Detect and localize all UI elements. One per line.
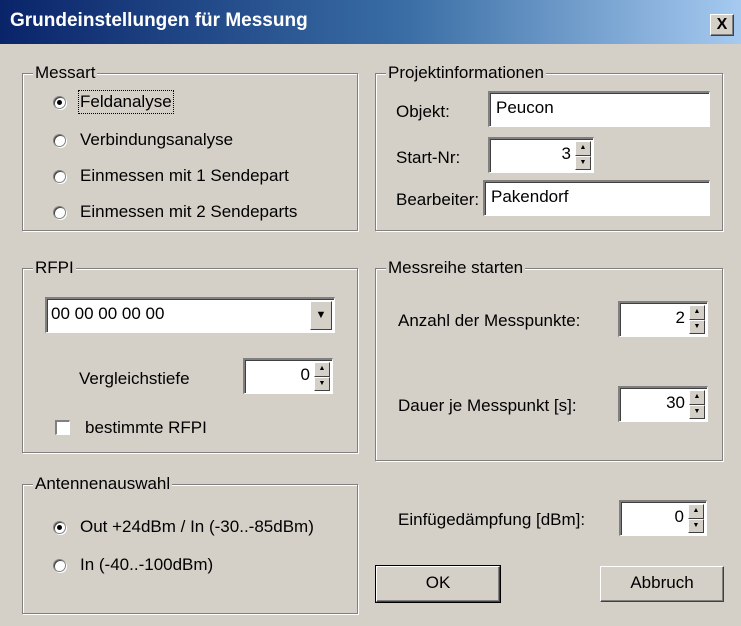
bestimmte-rfpi-label: bestimmte RFPI (85, 418, 207, 437)
vergleich-label: Vergleichstiefe (79, 369, 190, 388)
rfpi-select[interactable]: 00 00 00 00 00 ▼ (45, 297, 335, 333)
objekt-label: Objekt: (396, 102, 450, 121)
spin-up-button[interactable]: ▲ (314, 362, 330, 377)
messreihe-group-label: Messreihe starten (386, 258, 526, 278)
radio-indicator[interactable] (53, 133, 66, 147)
dauer-label: Dauer je Messpunkt [s]: (398, 396, 577, 415)
dauer-spin-buttons: ▲ ▼ (689, 390, 705, 419)
radio-label: Feldanalyse (78, 90, 174, 114)
projekt-group-label: Projektinformationen (386, 63, 546, 83)
rfpi-group: RFPI 00 00 00 00 00 ▼ Vergleichstiefe 0 … (22, 258, 358, 453)
chevron-down-icon[interactable]: ▼ (310, 301, 332, 330)
messart-group-label: Messart (33, 63, 98, 83)
einfuege-spin-buttons: ▲ ▼ (688, 504, 704, 533)
close-button[interactable]: X (710, 14, 734, 36)
anzahl-spinner[interactable]: 2 ▲ ▼ (618, 301, 708, 337)
radio-indicator[interactable] (53, 520, 66, 534)
radio-einmessen-2[interactable]: Einmessen mit 2 Sendeparts (53, 202, 297, 222)
spin-down-button[interactable]: ▼ (689, 319, 705, 334)
radio-label: Verbindungsanalyse (80, 130, 234, 149)
dauer-value: 30 (666, 393, 685, 412)
radio-indicator[interactable] (53, 95, 66, 109)
spin-up-button[interactable]: ▲ (688, 504, 704, 519)
antenne-group: Antennenauswahl Out +24dBm / In (-30..-8… (22, 474, 358, 614)
antenne-group-label: Antennenauswahl (33, 474, 173, 494)
title-bar: Grundeinstellungen für Messung X (0, 0, 741, 44)
abbruch-button[interactable]: Abbruch (600, 566, 724, 602)
radio-einmessen-1[interactable]: Einmessen mit 1 Sendepart (53, 166, 289, 186)
rfpi-select-value: 00 00 00 00 00 (51, 304, 165, 323)
radio-feldanalyse[interactable]: Feldanalyse (53, 90, 174, 114)
radio-label: Einmessen mit 1 Sendepart (80, 166, 289, 185)
radio-verbindungsanalyse[interactable]: Verbindungsanalyse (53, 130, 233, 150)
bestimmte-rfpi-checkbox[interactable] (55, 420, 70, 435)
einfuege-value: 0 (674, 507, 684, 526)
spin-down-button[interactable]: ▼ (314, 376, 330, 391)
messart-group: Messart Feldanalyse Verbindungsanalyse E… (22, 63, 358, 231)
radio-indicator[interactable] (53, 205, 66, 219)
window-title: Grundeinstellungen für Messung (10, 10, 308, 31)
objekt-input[interactable]: Peucon (488, 91, 710, 127)
messreihe-group: Messreihe starten Anzahl der Messpunkte:… (375, 258, 723, 461)
radio-label: In (-40..-100dBm) (80, 555, 214, 574)
anzahl-spin-buttons: ▲ ▼ (689, 305, 705, 334)
radio-indicator[interactable] (53, 169, 66, 183)
bearbeiter-input[interactable]: Pakendorf (483, 180, 710, 216)
ok-button[interactable]: OK (375, 565, 501, 603)
spin-down-button[interactable]: ▼ (688, 518, 704, 533)
radio-antenne-in[interactable]: In (-40..-100dBm) (53, 555, 213, 575)
einfuege-label: Einfügedämpfung [dBm]: (398, 510, 586, 529)
bearbeiter-label: Bearbeiter: (396, 190, 480, 209)
vergleich-spinner[interactable]: 0 ▲ ▼ (243, 358, 333, 394)
radio-antenne-out[interactable]: Out +24dBm / In (-30..-85dBm) (53, 517, 314, 537)
spin-up-button[interactable]: ▲ (575, 141, 591, 156)
spin-up-button[interactable]: ▲ (689, 305, 705, 320)
einfuege-spinner[interactable]: 0 ▲ ▼ (619, 500, 707, 536)
vergleich-spin-buttons: ▲ ▼ (314, 362, 330, 391)
radio-indicator[interactable] (53, 558, 66, 572)
projekt-group: Projektinformationen Objekt: Peucon Star… (375, 63, 723, 231)
spin-down-button[interactable]: ▼ (575, 155, 591, 170)
radio-label: Einmessen mit 2 Sendeparts (80, 202, 298, 221)
spin-down-button[interactable]: ▼ (689, 404, 705, 419)
startnr-label: Start-Nr: (396, 148, 461, 167)
anzahl-label: Anzahl der Messpunkte: (398, 311, 581, 330)
startnr-spinner[interactable]: 3 ▲ ▼ (488, 137, 594, 173)
startnr-value: 3 (561, 144, 571, 163)
dauer-spinner[interactable]: 30 ▲ ▼ (618, 386, 708, 422)
rfpi-group-label: RFPI (33, 258, 76, 278)
vergleich-value: 0 (300, 365, 310, 384)
anzahl-value: 2 (675, 308, 685, 327)
startnr-spin-buttons: ▲ ▼ (575, 141, 591, 170)
radio-label: Out +24dBm / In (-30..-85dBm) (80, 517, 314, 536)
spin-up-button[interactable]: ▲ (689, 390, 705, 405)
